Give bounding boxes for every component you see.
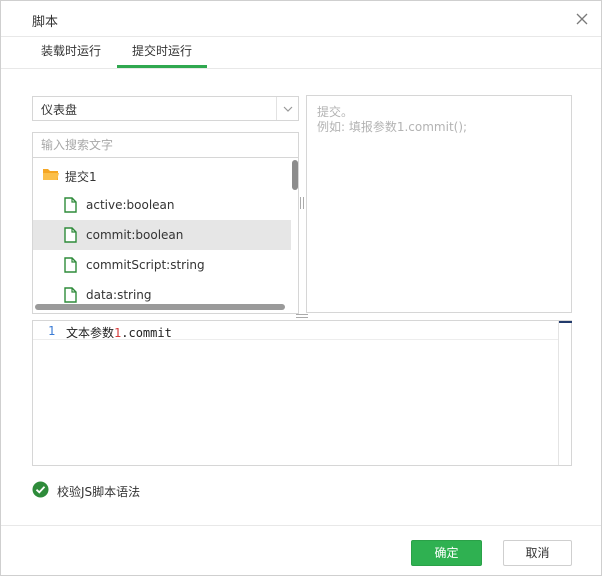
tree-item[interactable]: active:boolean bbox=[33, 190, 291, 220]
editor-scroll-indicator bbox=[559, 321, 572, 323]
ok-button[interactable]: 确定 bbox=[411, 540, 482, 566]
folder-icon bbox=[42, 167, 60, 185]
line-number: 1 bbox=[48, 324, 56, 338]
editor-vertical-scrollbar[interactable] bbox=[558, 321, 572, 465]
tab-bar: 装载时运行 提交时运行 bbox=[1, 37, 601, 69]
help-line-2: 例如: 填报参数1.commit(); bbox=[317, 120, 468, 134]
tree-item-label: commitScript:string bbox=[86, 258, 205, 272]
dialog-title: 脚本 bbox=[32, 15, 59, 30]
scope-select-value: 仪表盘 bbox=[41, 103, 78, 117]
tree-horizontal-scroll-thumb[interactable] bbox=[35, 304, 285, 310]
dialog-footer: 确定 取消 bbox=[1, 525, 601, 575]
tree-item-label: 提交1 bbox=[65, 170, 97, 184]
tree-vertical-scroll-thumb[interactable] bbox=[292, 160, 298, 190]
code-identifier: 文本参数 bbox=[66, 326, 115, 340]
tree-item-selected[interactable]: commit:boolean bbox=[33, 220, 291, 250]
close-icon[interactable] bbox=[573, 10, 591, 28]
vertical-splitter-handle[interactable] bbox=[300, 197, 304, 209]
script-dialog: 脚本 装载时运行 提交时运行 仪表盘 提交1 bbox=[0, 0, 602, 576]
chevron-down-icon[interactable] bbox=[276, 97, 298, 120]
help-line-1: 提交。 bbox=[317, 105, 354, 119]
cancel-button[interactable]: 取消 bbox=[503, 540, 572, 566]
tab-on-submit[interactable]: 提交时运行 bbox=[117, 37, 207, 68]
validate-js-label: 校验JS脚本语法 bbox=[57, 485, 141, 499]
editor-line[interactable]: 1 文本参数1.commit bbox=[33, 322, 559, 340]
scope-select[interactable]: 仪表盘 bbox=[32, 96, 299, 121]
horizontal-splitter-handle[interactable] bbox=[296, 314, 308, 318]
file-icon bbox=[64, 227, 77, 246]
help-text: 提交。 例如: 填报参数1.commit(); bbox=[317, 105, 467, 135]
property-tree: 提交1 active:boolean commit:boolean commit… bbox=[32, 158, 299, 314]
title-bar: 脚本 bbox=[1, 1, 601, 37]
search-input[interactable] bbox=[32, 132, 299, 158]
tree-vertical-scrollbar[interactable] bbox=[291, 158, 298, 304]
file-icon bbox=[64, 197, 77, 216]
tree-item-label: data:string bbox=[86, 288, 152, 302]
tab-on-load[interactable]: 装载时运行 bbox=[29, 37, 113, 68]
tree-item-label: active:boolean bbox=[86, 198, 175, 212]
tree-item-folder[interactable]: 提交1 bbox=[33, 160, 291, 190]
script-editor[interactable]: 1 文本参数1.commit bbox=[32, 320, 572, 466]
help-panel: 提交。 例如: 填报参数1.commit(); bbox=[306, 95, 572, 313]
code-text[interactable]: 文本参数1.commit bbox=[66, 324, 172, 341]
file-icon bbox=[64, 257, 77, 276]
tree-item[interactable]: commitScript:string bbox=[33, 250, 291, 280]
check-circle-icon[interactable] bbox=[32, 481, 49, 501]
code-member: .commit bbox=[121, 326, 172, 340]
tree-item-label: commit:boolean bbox=[86, 228, 184, 242]
